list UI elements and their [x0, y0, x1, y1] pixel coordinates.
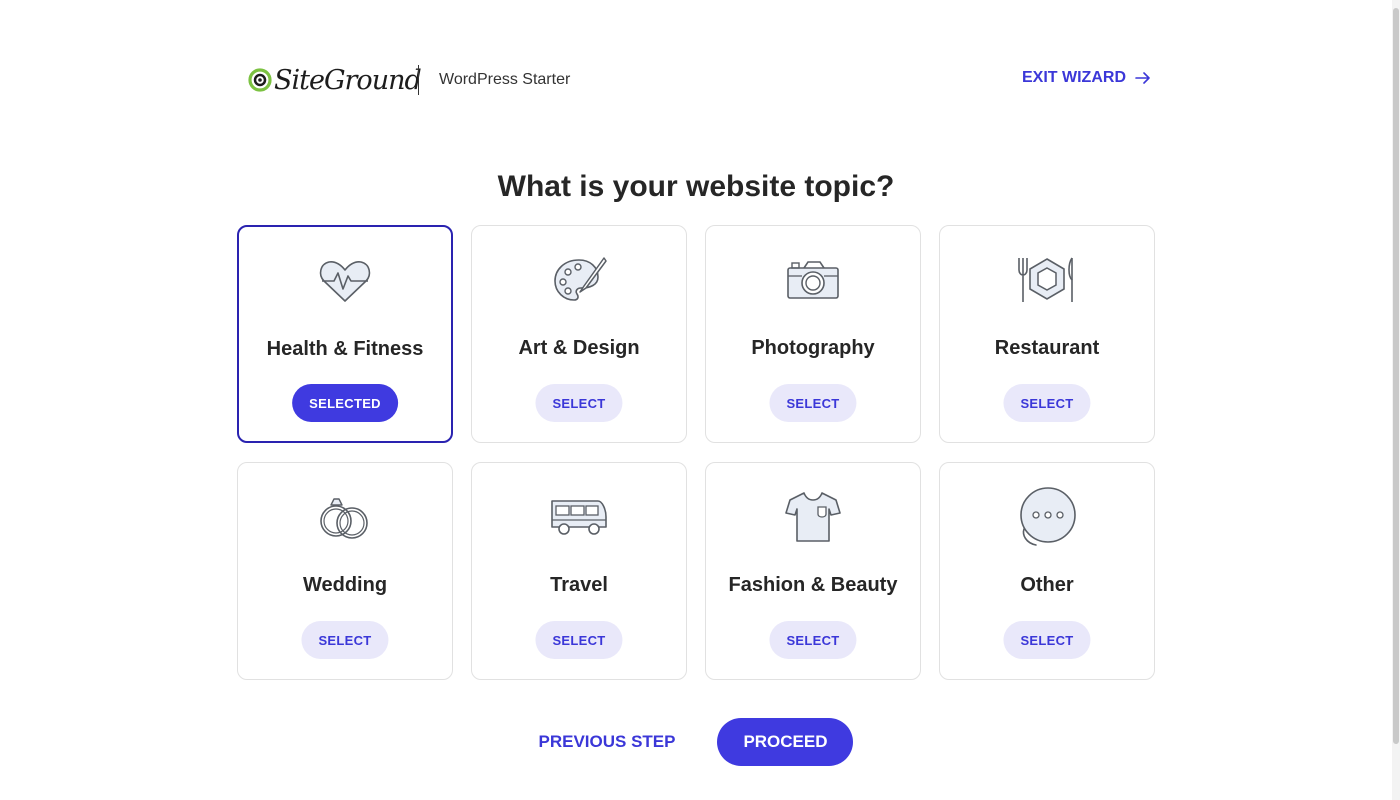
- topic-card-art-design[interactable]: Art & Design SELECT: [471, 225, 687, 443]
- topic-grid: Health & Fitness SELECTED Art & Design S…: [237, 225, 1155, 680]
- topic-label: Other: [1020, 574, 1074, 596]
- camera-icon: [778, 250, 848, 310]
- select-button[interactable]: SELECT: [769, 384, 857, 422]
- topic-card-wedding[interactable]: Wedding SELECT: [237, 462, 453, 680]
- select-button[interactable]: SELECT: [769, 621, 857, 659]
- siteground-logo[interactable]: SiteGround: [248, 62, 422, 98]
- topic-label: Art & Design: [518, 337, 640, 359]
- topic-label: Fashion & Beauty: [728, 574, 898, 596]
- header-divider: [418, 65, 419, 95]
- topic-label: Health & Fitness: [266, 338, 424, 360]
- select-button[interactable]: SELECT: [1003, 384, 1091, 422]
- select-button[interactable]: SELECT: [535, 384, 623, 422]
- topic-card-fashion-beauty[interactable]: Fashion & Beauty SELECT: [705, 462, 921, 680]
- arrow-right-icon: [1135, 72, 1150, 84]
- proceed-button[interactable]: PROCEED: [717, 718, 854, 766]
- topic-label: Photography: [751, 337, 875, 359]
- chat-bubble-icon: [1012, 487, 1082, 547]
- exit-wizard-label: EXIT WIZARD: [1022, 69, 1126, 86]
- exit-wizard-link[interactable]: EXIT WIZARD: [1022, 69, 1152, 87]
- selected-button[interactable]: SELECTED: [292, 384, 398, 422]
- rings-icon: [310, 487, 380, 547]
- scrollbar-track[interactable]: [1392, 0, 1400, 800]
- select-button[interactable]: SELECT: [301, 621, 389, 659]
- heart-pulse-icon: [310, 251, 380, 311]
- topic-card-restaurant[interactable]: Restaurant SELECT: [939, 225, 1155, 443]
- topic-label: Restaurant: [994, 337, 1100, 359]
- select-button[interactable]: SELECT: [1003, 621, 1091, 659]
- plate-cutlery-icon: [1012, 250, 1082, 310]
- page-title: What is your website topic?: [497, 170, 895, 203]
- topic-label: Wedding: [302, 574, 388, 596]
- product-name: WordPress Starter: [439, 71, 571, 88]
- previous-step-button[interactable]: PREVIOUS STEP: [539, 732, 676, 752]
- topic-card-travel[interactable]: Travel SELECT: [471, 462, 687, 680]
- scrollbar-thumb[interactable]: [1393, 8, 1399, 744]
- topic-label: Travel: [550, 574, 608, 596]
- tshirt-icon: [778, 487, 848, 547]
- logo-text: SiteGround: [274, 64, 422, 96]
- topic-card-other[interactable]: Other SELECT: [939, 462, 1155, 680]
- palette-icon: [544, 250, 614, 310]
- header: SiteGround WordPress Starter EXIT WIZARD: [248, 60, 1152, 100]
- topic-card-photography[interactable]: Photography SELECT: [705, 225, 921, 443]
- siteground-logo-icon: [248, 68, 272, 92]
- bus-icon: [544, 487, 614, 547]
- topic-card-health-fitness[interactable]: Health & Fitness SELECTED: [237, 225, 453, 443]
- select-button[interactable]: SELECT: [535, 621, 623, 659]
- footer-actions: PREVIOUS STEP PROCEED: [0, 718, 1392, 766]
